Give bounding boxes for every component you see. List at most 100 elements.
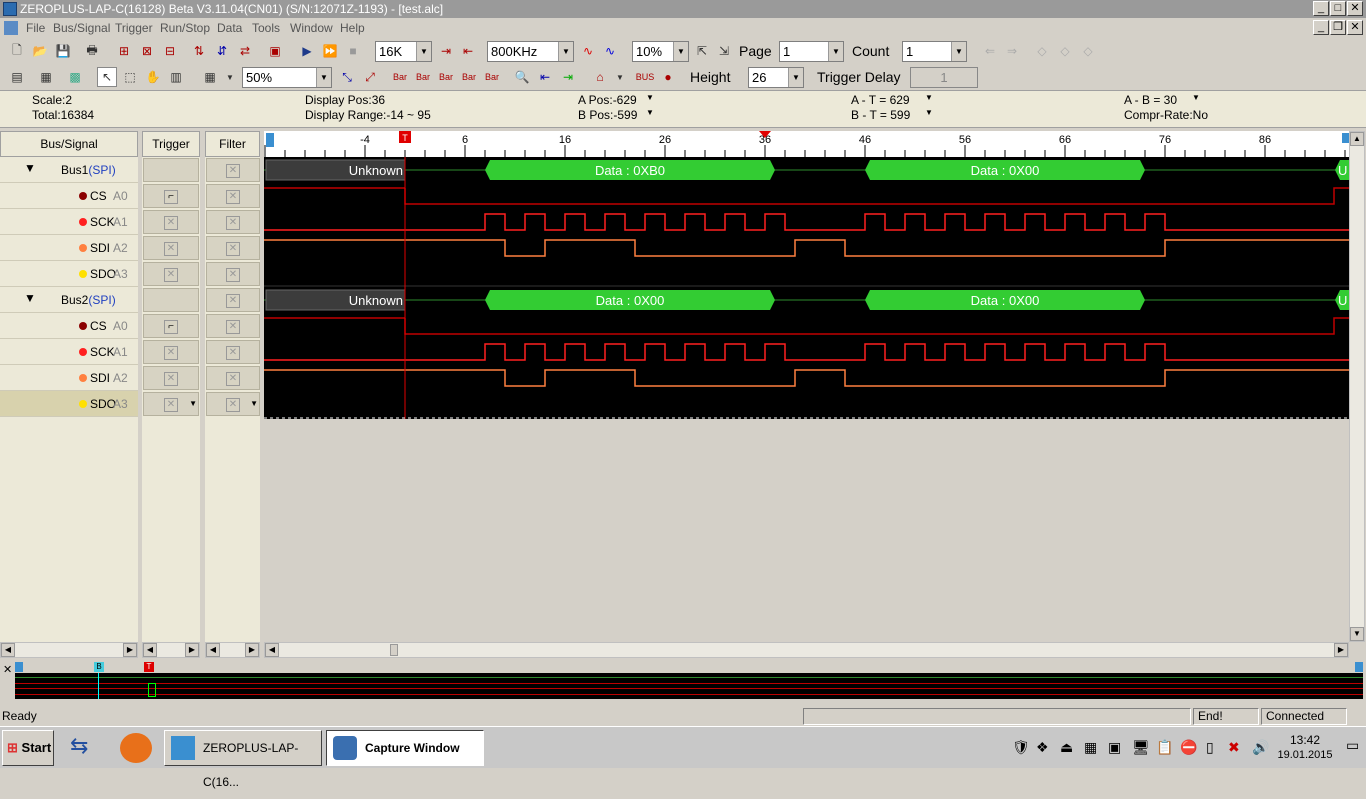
height-select[interactable]: 26 ▼ bbox=[748, 67, 804, 88]
compare-2-icon[interactable]: ◇ bbox=[1055, 41, 1075, 61]
find-prev-icon[interactable]: ⇤ bbox=[535, 67, 555, 87]
menu-file[interactable]: File bbox=[26, 21, 45, 35]
filter-cell[interactable]: ✕ bbox=[206, 288, 260, 312]
chevron-down-icon[interactable]: ▼ bbox=[610, 67, 630, 87]
page-select[interactable]: 1 ▼ bbox=[779, 41, 844, 62]
t-marker[interactable]: T bbox=[144, 662, 154, 672]
scroll-up-icon[interactable]: ▲ bbox=[1350, 132, 1364, 146]
memory-depth-select[interactable]: 16K ▼ bbox=[375, 41, 432, 62]
filter-cell[interactable]: ✕ bbox=[206, 366, 260, 390]
tray-chip-icon[interactable]: ▣ bbox=[1108, 739, 1121, 756]
vertical-scrollbar[interactable]: ▲ ▼ bbox=[1349, 131, 1365, 642]
list-view-icon[interactable]: ▤ bbox=[7, 67, 27, 87]
bar-b-icon[interactable]: Bar bbox=[413, 67, 433, 87]
scroll-left-icon[interactable]: ◀ bbox=[1, 643, 15, 657]
bar-add-icon[interactable]: Bar bbox=[482, 67, 502, 87]
menu-tools[interactable]: Tools bbox=[252, 21, 280, 35]
chevron-down-icon[interactable]: ▼ bbox=[1192, 93, 1200, 102]
range-start-marker[interactable] bbox=[266, 133, 274, 147]
filter-cell[interactable]: ✕ bbox=[206, 262, 260, 286]
chevron-down-icon[interactable]: ▼ bbox=[189, 399, 197, 408]
filter-cell[interactable]: ✕ bbox=[206, 314, 260, 338]
save-icon[interactable]: 💾 bbox=[53, 41, 73, 61]
filter-cell[interactable]: ✕ bbox=[206, 236, 260, 260]
signal-hscrollbar[interactable]: ◀ ▶ bbox=[0, 642, 138, 658]
display-mode-icon[interactable]: ▦ bbox=[200, 67, 220, 87]
hand-tool-icon[interactable]: ✋ bbox=[143, 67, 163, 87]
tray-monitor-icon[interactable]: 🖥 bbox=[1132, 739, 1150, 756]
move-left-icon[interactable]: ⇱ bbox=[692, 41, 712, 61]
signal-row[interactable]: SCK A1 bbox=[0, 339, 138, 365]
range-end-marker[interactable] bbox=[1342, 133, 1349, 143]
scroll-left-icon[interactable]: ◀ bbox=[143, 643, 157, 657]
select-tool-icon[interactable]: ⬚ bbox=[120, 67, 140, 87]
chevron-down-icon[interactable]: ▼ bbox=[646, 93, 654, 102]
split-tool-icon[interactable]: ⇄ bbox=[235, 41, 255, 61]
chevron-down-icon[interactable]: ▼ bbox=[925, 93, 933, 102]
zoom-in-icon[interactable]: ⤡ bbox=[337, 67, 357, 87]
child-restore-button[interactable]: ❐ bbox=[1330, 20, 1346, 35]
find-icon[interactable]: 🔍 bbox=[512, 67, 532, 87]
menu-data[interactable]: Data bbox=[217, 21, 242, 35]
clock-time[interactable]: 13:42 bbox=[1280, 733, 1330, 747]
home-icon[interactable]: ⌂ bbox=[590, 67, 610, 87]
count-select[interactable]: 1 ▼ bbox=[902, 41, 967, 62]
chevron-down-icon[interactable]: ▼ bbox=[925, 108, 933, 117]
bus-decode-icon[interactable]: BUS bbox=[635, 67, 655, 87]
minimize-button[interactable]: _ bbox=[1313, 1, 1329, 16]
zoom-in-memory-icon[interactable]: ⇥ bbox=[436, 41, 456, 61]
find-next-icon[interactable]: ⇥ bbox=[558, 67, 578, 87]
signal-row[interactable]: CS A0 bbox=[0, 313, 138, 339]
sample-rate-select[interactable]: 800KHz ▼ bbox=[487, 41, 574, 62]
tray-shield-icon[interactable]: 🛡 bbox=[1012, 739, 1030, 756]
signal-tool-icon[interactable]: ⊠ bbox=[137, 41, 157, 61]
trigger-cell[interactable]: ✕ bbox=[143, 366, 199, 390]
trigger-cell[interactable]: ✕ bbox=[143, 262, 199, 286]
tray-blocked-icon[interactable]: ⛔ bbox=[1180, 739, 1197, 756]
grid-view-icon[interactable]: ▦ bbox=[36, 67, 56, 87]
child-minimize-button[interactable]: _ bbox=[1313, 20, 1329, 35]
tray-network-icon[interactable]: ✖ bbox=[1228, 739, 1240, 756]
tray-dropbox-icon[interactable]: ❖ bbox=[1036, 739, 1049, 756]
task-zeroplus[interactable]: ZEROPLUS-LAP-C(16... bbox=[164, 730, 322, 789]
signal-row[interactable]: SDO A3 bbox=[0, 261, 138, 287]
bar-t-icon[interactable]: Bar bbox=[459, 67, 479, 87]
scroll-left-icon[interactable]: ◀ bbox=[265, 643, 279, 657]
zoom-out-icon[interactable]: ⤢ bbox=[360, 67, 380, 87]
menu-help[interactable]: Help bbox=[340, 21, 365, 35]
filter-cell[interactable]: ✕ bbox=[206, 158, 260, 182]
trigger-cell[interactable]: ✕ bbox=[143, 340, 199, 364]
trigger-cell[interactable]: ✕ bbox=[143, 210, 199, 234]
tray-app-icon[interactable]: ▦ bbox=[1084, 739, 1097, 756]
trigger-cell[interactable]: ⌐ bbox=[143, 314, 199, 338]
network-app-icon[interactable]: ⇆ bbox=[70, 733, 102, 763]
scroll-right-icon[interactable]: ▶ bbox=[245, 643, 259, 657]
tray-volume-icon[interactable]: 🔊 bbox=[1252, 739, 1269, 756]
filter-hscrollbar[interactable]: ◀ ▶ bbox=[205, 642, 260, 658]
compare-3-icon[interactable]: ◇ bbox=[1078, 41, 1098, 61]
trigger-cell[interactable]: ✕ bbox=[143, 236, 199, 260]
bus-row[interactable]: ▼ Bus2(SPI) bbox=[0, 287, 138, 313]
pointer-tool-icon[interactable]: ↖ bbox=[97, 67, 117, 87]
signal-row[interactable]: CS A0 bbox=[0, 183, 138, 209]
filter-cell[interactable]: ✕ bbox=[206, 340, 260, 364]
signal-row[interactable]: SDI A2 bbox=[0, 365, 138, 391]
waveform-area[interactable]: Unknown Data : 0XB0 Data : 0X00 U Unknown Dat… bbox=[264, 157, 1349, 419]
open-folder-icon[interactable]: 📂 bbox=[30, 41, 50, 61]
chevron-down-icon[interactable]: ▼ bbox=[646, 108, 654, 117]
menu-run-stop[interactable]: Run/Stop bbox=[160, 21, 210, 35]
firefox-icon[interactable] bbox=[120, 733, 152, 763]
ruler-tool-icon[interactable]: ▥ bbox=[166, 67, 186, 87]
trigger-cell[interactable]: ⌐ bbox=[143, 184, 199, 208]
trigger-delay-input[interactable]: 1 bbox=[910, 67, 978, 88]
scroll-left-icon[interactable]: ◀ bbox=[206, 643, 220, 657]
chevron-down-icon[interactable]: ▼ bbox=[250, 399, 258, 408]
signal-row[interactable]: SCK A1 bbox=[0, 209, 138, 235]
run-repeat-icon[interactable]: ⏩ bbox=[320, 41, 340, 61]
collapse-toggle-icon[interactable]: ▼ bbox=[24, 161, 36, 175]
rate-up-icon[interactable]: ∿ bbox=[578, 41, 598, 61]
scroll-down-icon[interactable]: ▼ bbox=[1350, 627, 1364, 641]
rate-down-icon[interactable]: ∿ bbox=[600, 41, 620, 61]
trigger-position-select[interactable]: 10% ▼ bbox=[632, 41, 689, 62]
trigger-hscrollbar[interactable]: ◀ ▶ bbox=[142, 642, 200, 658]
